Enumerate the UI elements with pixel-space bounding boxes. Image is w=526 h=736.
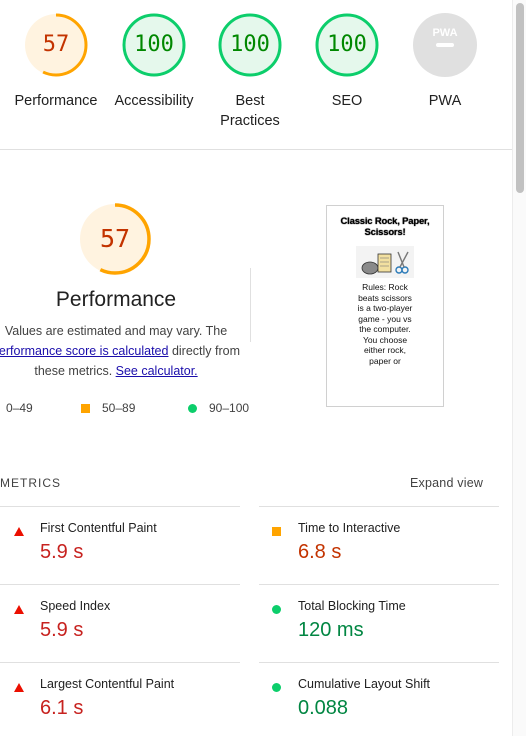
see-calculator-link[interactable]: See calculator. bbox=[116, 364, 198, 378]
metrics-divider bbox=[0, 584, 240, 585]
red-triangle-icon bbox=[14, 527, 24, 536]
red-triangle-icon bbox=[14, 605, 24, 614]
pwa-badge: PWA bbox=[412, 12, 478, 78]
metrics-divider bbox=[259, 506, 499, 507]
metric-value: 5.9 s bbox=[40, 541, 84, 563]
metric-title: Speed Index bbox=[40, 599, 111, 613]
seo-score-ring: 100 bbox=[314, 12, 380, 78]
gauge-accessibility[interactable]: 100 Accessibility bbox=[106, 12, 202, 111]
metric-value: 120 ms bbox=[298, 619, 364, 641]
gauge-label-accessibility: Accessibility bbox=[114, 93, 194, 109]
metric-title: Total Blocking Time bbox=[298, 599, 406, 613]
metric-value: 6.1 s bbox=[40, 697, 84, 719]
legend-average: 50–89 bbox=[81, 400, 135, 416]
desc-line-3-prefix: these metrics. bbox=[34, 364, 116, 378]
orange-square-icon bbox=[81, 404, 90, 414]
legend-average-range: 50–89 bbox=[102, 401, 136, 415]
orange-square-icon bbox=[272, 527, 281, 536]
green-circle-icon bbox=[188, 404, 197, 414]
legend-pass: 90–100 bbox=[188, 400, 249, 416]
accessibility-score-ring: 100 bbox=[121, 12, 187, 78]
performance-detail-gauge: 57 bbox=[78, 202, 152, 276]
screenshot-rules-text: Rules: Rock beats scissors is a two-play… bbox=[357, 282, 413, 366]
metrics-header: METRICS bbox=[0, 476, 61, 490]
metric-title: Cumulative Layout Shift bbox=[298, 677, 431, 691]
seo-score: 100 bbox=[327, 32, 367, 57]
green-circle-icon bbox=[272, 683, 281, 692]
accessibility-score: 100 bbox=[134, 32, 174, 57]
legend-fail-range: 0–49 bbox=[6, 401, 33, 415]
expand-view-button[interactable]: Expand view bbox=[410, 476, 483, 490]
final-screenshot: Classic Rock, Paper, Scissors! Rules: Ro… bbox=[326, 205, 444, 407]
pwa-badge-text: PWA bbox=[432, 27, 457, 39]
pwa-badge-icon: PWA bbox=[413, 13, 477, 77]
metrics-divider bbox=[0, 506, 240, 507]
metric-total-blocking-time: Total Blocking Time 120 ms bbox=[272, 599, 512, 659]
section-divider bbox=[250, 268, 251, 342]
metric-largest-contentful-paint: Largest Contentful Paint 6.1 s bbox=[14, 677, 254, 736]
best-practices-score-ring: 100 bbox=[217, 12, 283, 78]
metrics-divider bbox=[0, 662, 240, 663]
gauge-label-performance: Performance bbox=[14, 93, 98, 109]
gauge-best-practices[interactable]: 100 Best Practices bbox=[202, 12, 298, 131]
gauge-seo[interactable]: 100 SEO bbox=[299, 12, 395, 111]
legend-fail: 0–49 bbox=[6, 400, 33, 416]
vertical-scrollbar[interactable] bbox=[512, 0, 526, 736]
desc-line-2-suffix: directly from bbox=[168, 344, 241, 358]
scrollbar-thumb[interactable] bbox=[516, 3, 524, 193]
screenshot-title: Classic Rock, Paper, Scissors! bbox=[340, 216, 430, 238]
performance-description: Values are estimated and may vary. The p… bbox=[0, 321, 252, 381]
green-circle-icon bbox=[272, 605, 281, 614]
gauge-label-pwa: PWA bbox=[428, 93, 462, 109]
red-triangle-icon bbox=[14, 683, 24, 692]
metric-time-to-interactive: Time to Interactive 6.8 s bbox=[272, 521, 512, 581]
performance-detail-score: 57 bbox=[99, 224, 131, 253]
metrics-divider bbox=[259, 584, 499, 585]
category-gauges: 57 Performance 100 Accessibility 100 Bes… bbox=[0, 0, 512, 150]
metric-value: 0.088 bbox=[298, 697, 349, 719]
performance-score-ring: 57 bbox=[23, 12, 89, 78]
gauge-label-best-practices: Best Practices bbox=[220, 93, 280, 129]
performance-score: 57 bbox=[42, 32, 70, 57]
best-practices-score: 100 bbox=[230, 32, 270, 57]
metric-title: First Contentful Paint bbox=[40, 521, 157, 535]
metric-title: Largest Contentful Paint bbox=[40, 677, 175, 691]
gauge-label-seo: SEO bbox=[331, 93, 363, 109]
performance-title: Performance bbox=[55, 288, 177, 311]
metric-title: Time to Interactive bbox=[298, 521, 401, 535]
gauge-performance[interactable]: 57 Performance bbox=[8, 12, 104, 111]
metrics-divider bbox=[259, 662, 499, 663]
metric-cumulative-layout-shift: Cumulative Layout Shift 0.088 bbox=[272, 677, 512, 736]
score-calculation-link[interactable]: performance score is calculated bbox=[0, 344, 168, 358]
gauge-pwa[interactable]: PWA PWA bbox=[397, 12, 493, 111]
rock-paper-scissors-icon bbox=[356, 246, 414, 278]
metric-value: 6.8 s bbox=[298, 541, 342, 563]
metric-first-contentful-paint: First Contentful Paint 5.9 s bbox=[14, 521, 254, 581]
metric-speed-index: Speed Index 5.9 s bbox=[14, 599, 254, 659]
desc-line-1: Values are estimated and may vary. The bbox=[4, 324, 228, 338]
metric-value: 5.9 s bbox=[40, 619, 84, 641]
legend-pass-range: 90–100 bbox=[209, 401, 250, 415]
